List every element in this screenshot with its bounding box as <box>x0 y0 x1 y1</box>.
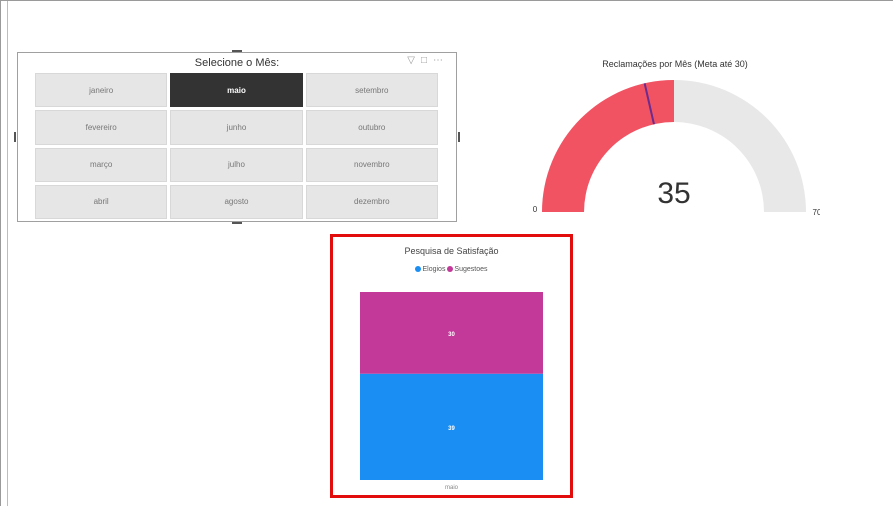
slicer-title: Selecione o Mês: <box>194 57 280 69</box>
month-button-junho[interactable]: junho <box>170 110 303 145</box>
slicer-header-tools: ▽□⋯ <box>407 55 449 66</box>
month-button-julho[interactable]: julho <box>170 147 303 182</box>
month-button-março[interactable]: março <box>35 147 168 182</box>
month-button-agosto[interactable]: agosto <box>170 184 303 219</box>
data-label-elogios: 39 <box>448 426 455 432</box>
month-button-maio[interactable]: maio <box>170 73 303 108</box>
gauge-title: Reclamações por Mês (Meta até 30) <box>602 59 748 69</box>
gauge-value: 35 <box>657 177 690 210</box>
month-button-novembro[interactable]: novembro <box>305 147 438 182</box>
more-options-icon[interactable]: ⋯ <box>433 55 449 66</box>
month-button-abril[interactable]: abril <box>35 184 168 219</box>
canvas-divider <box>7 1 8 506</box>
month-button-dezembro[interactable]: dezembro <box>305 184 438 219</box>
resize-handle-bottom[interactable] <box>232 222 242 224</box>
complaints-gauge[interactable]: 30 35 0 70 <box>520 80 820 230</box>
gauge-max-label: 70 <box>813 208 820 217</box>
satisfaction-chart[interactable]: Pesquisa de Satisfação Elogios Sugestoes… <box>330 234 573 498</box>
month-button-outubro[interactable]: outubro <box>305 110 438 145</box>
resize-handle-right[interactable] <box>458 132 460 142</box>
month-button-setembro[interactable]: setembro <box>305 73 438 108</box>
month-button-fevereiro[interactable]: fevereiro <box>35 110 168 145</box>
column-plot: 39 30 maio <box>360 292 543 491</box>
x-tick-label: maio <box>445 485 459 491</box>
filter-icon[interactable]: ▽ <box>407 55 421 66</box>
month-button-janeiro[interactable]: janeiro <box>35 73 168 108</box>
month-button-grid: janeiro maio setembro fevereiro junho outubro… <box>35 73 438 219</box>
focus-mode-icon[interactable]: □ <box>421 55 433 66</box>
data-label-sugestoes: 30 <box>448 332 455 338</box>
resize-handle-top[interactable] <box>232 50 242 52</box>
resize-handle-left[interactable] <box>14 132 16 142</box>
gauge-fill <box>542 80 674 212</box>
month-slicer[interactable]: Selecione o Mês: ▽□⋯ janeiro maio setembro… <box>14 50 460 224</box>
gauge-min-label: 0 <box>533 205 538 214</box>
